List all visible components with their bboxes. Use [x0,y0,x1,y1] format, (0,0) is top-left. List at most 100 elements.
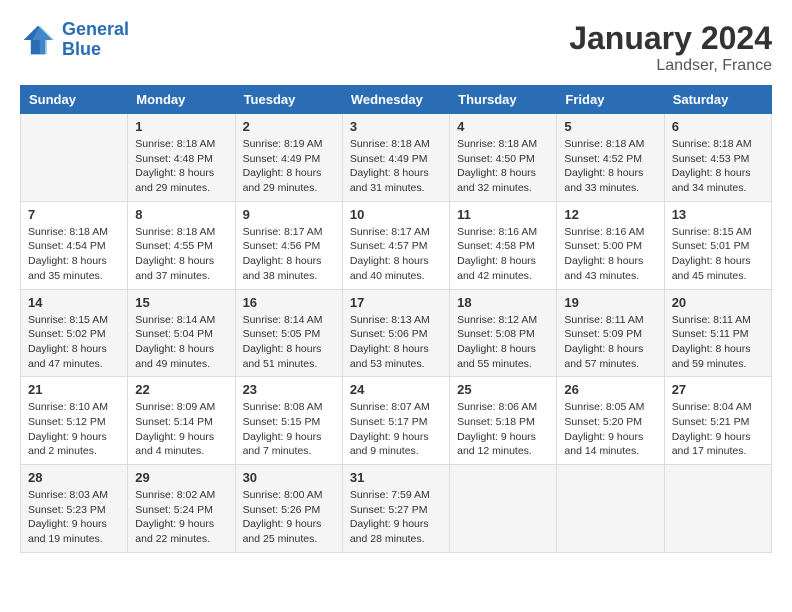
day-cell: 4Sunrise: 8:18 AM Sunset: 4:50 PM Daylig… [450,114,557,202]
day-info: Sunrise: 8:07 AM Sunset: 5:17 PM Dayligh… [350,400,442,459]
day-info: Sunrise: 8:12 AM Sunset: 5:08 PM Dayligh… [457,313,549,372]
day-cell: 26 Sunrise: 8:05 AM Sunset: 5:20 PM Dayli… [557,377,664,465]
col-wednesday: Wednesday [342,86,449,114]
day-info: Sunrise: 8:16 AM Sunset: 4:58 PM Dayligh… [457,225,549,284]
day-number: 20 [672,295,764,310]
day-info: Sunrise: 8:17 AM Sunset: 4:57 PM Dayligh… [350,225,442,284]
day-cell: 16 Sunrise: 8:14 AM Sunset: 5:05 PM Dayli… [235,289,342,377]
day-cell: 25 Sunrise: 8:06 AM Sunset: 5:18 PM Dayli… [450,377,557,465]
day-number: 31 [350,470,442,485]
day-info: Sunrise: 8:04 AM Sunset: 5:21 PM Dayligh… [672,400,764,459]
day-info: Sunrise: 8:11 AM Sunset: 5:09 PM Dayligh… [564,313,656,372]
day-info: Sunrise: 8:15 AM Sunset: 5:02 PM Dayligh… [28,313,120,372]
day-number: 2 [243,119,335,134]
day-cell [21,114,128,202]
week-row-2: 14Sunrise: 8:15 AM Sunset: 5:02 PM Dayli… [21,289,772,377]
day-number: 23 [243,382,335,397]
day-number: 26 [564,382,656,397]
day-cell [557,465,664,553]
day-info: Sunrise: 8:14 AM Sunset: 5:04 PM Dayligh… [135,313,227,372]
page-header: General Blue January 2024 Landser, Franc… [20,20,772,75]
day-cell [664,465,771,553]
day-info: Sunrise: 8:17 AM Sunset: 4:56 PM Dayligh… [243,225,335,284]
day-number: 18 [457,295,549,310]
day-info: Sunrise: 8:18 AM Sunset: 4:48 PM Dayligh… [135,137,227,196]
day-cell: 5 Sunrise: 8:18 AM Sunset: 4:52 PM Daylig… [557,114,664,202]
day-cell: 6 Sunrise: 8:18 AM Sunset: 4:53 PM Daylig… [664,114,771,202]
day-number: 30 [243,470,335,485]
day-info: Sunrise: 8:00 AM Sunset: 5:26 PM Dayligh… [243,488,335,547]
week-row-1: 7 Sunrise: 8:18 AM Sunset: 4:54 PM Daylig… [21,201,772,289]
day-number: 12 [564,207,656,222]
day-info: Sunrise: 8:19 AM Sunset: 4:49 PM Dayligh… [243,137,335,196]
calendar-header: Sunday Monday Tuesday Wednesday Thursday… [21,86,772,114]
day-number: 10 [350,207,442,222]
day-info: Sunrise: 8:15 AM Sunset: 5:01 PM Dayligh… [672,225,764,284]
day-number: 21 [28,382,120,397]
day-number: 3 [350,119,442,134]
day-number: 22 [135,382,227,397]
logo-line1: General [62,19,129,39]
day-info: Sunrise: 8:14 AM Sunset: 5:05 PM Dayligh… [243,313,335,372]
day-number: 9 [243,207,335,222]
day-info: Sunrise: 8:06 AM Sunset: 5:18 PM Dayligh… [457,400,549,459]
day-info: Sunrise: 8:18 AM Sunset: 4:53 PM Dayligh… [672,137,764,196]
day-cell: 13Sunrise: 8:15 AM Sunset: 5:01 PM Dayli… [664,201,771,289]
day-number: 11 [457,207,549,222]
col-thursday: Thursday [450,86,557,114]
header-row: Sunday Monday Tuesday Wednesday Thursday… [21,86,772,114]
day-cell: 3Sunrise: 8:18 AM Sunset: 4:49 PM Daylig… [342,114,449,202]
day-number: 25 [457,382,549,397]
day-number: 7 [28,207,120,222]
logo-text: General Blue [62,20,129,60]
logo-line2: Blue [62,39,101,59]
day-number: 24 [350,382,442,397]
day-number: 8 [135,207,227,222]
day-info: Sunrise: 8:13 AM Sunset: 5:06 PM Dayligh… [350,313,442,372]
day-cell: 17Sunrise: 8:13 AM Sunset: 5:06 PM Dayli… [342,289,449,377]
day-number: 5 [564,119,656,134]
title-block: January 2024 Landser, France [569,20,772,75]
day-info: Sunrise: 8:03 AM Sunset: 5:23 PM Dayligh… [28,488,120,547]
logo: General Blue [20,20,129,60]
day-cell: 31Sunrise: 7:59 AM Sunset: 5:27 PM Dayli… [342,465,449,553]
day-info: Sunrise: 8:16 AM Sunset: 5:00 PM Dayligh… [564,225,656,284]
day-cell: 10 Sunrise: 8:17 AM Sunset: 4:57 PM Dayli… [342,201,449,289]
day-cell: 7 Sunrise: 8:18 AM Sunset: 4:54 PM Daylig… [21,201,128,289]
col-saturday: Saturday [664,86,771,114]
day-number: 6 [672,119,764,134]
day-cell: 19 Sunrise: 8:11 AM Sunset: 5:09 PM Dayli… [557,289,664,377]
calendar-table: Sunday Monday Tuesday Wednesday Thursday… [20,85,772,553]
day-cell: 15 Sunrise: 8:14 AM Sunset: 5:04 PM Dayli… [128,289,235,377]
day-number: 16 [243,295,335,310]
day-cell: 8Sunrise: 8:18 AM Sunset: 4:55 PM Daylig… [128,201,235,289]
col-sunday: Sunday [21,86,128,114]
day-number: 1 [135,119,227,134]
day-cell: 14Sunrise: 8:15 AM Sunset: 5:02 PM Dayli… [21,289,128,377]
month-title: January 2024 [569,20,772,57]
day-cell: 18 Sunrise: 8:12 AM Sunset: 5:08 PM Dayli… [450,289,557,377]
day-info: Sunrise: 8:10 AM Sunset: 5:12 PM Dayligh… [28,400,120,459]
day-cell: 11 Sunrise: 8:16 AM Sunset: 4:58 PM Dayli… [450,201,557,289]
day-cell: 22 Sunrise: 8:09 AM Sunset: 5:14 PM Dayli… [128,377,235,465]
day-info: Sunrise: 8:05 AM Sunset: 5:20 PM Dayligh… [564,400,656,459]
day-cell: 30 Sunrise: 8:00 AM Sunset: 5:26 PM Dayli… [235,465,342,553]
week-row-3: 21 Sunrise: 8:10 AM Sunset: 5:12 PM Dayli… [21,377,772,465]
day-cell: 23Sunrise: 8:08 AM Sunset: 5:15 PM Dayli… [235,377,342,465]
calendar-body: 1 Sunrise: 8:18 AM Sunset: 4:48 PM Daylig… [21,114,772,553]
day-cell: 1 Sunrise: 8:18 AM Sunset: 4:48 PM Daylig… [128,114,235,202]
day-info: Sunrise: 8:18 AM Sunset: 4:54 PM Dayligh… [28,225,120,284]
day-cell: 28Sunrise: 8:03 AM Sunset: 5:23 PM Dayli… [21,465,128,553]
day-number: 15 [135,295,227,310]
day-info: Sunrise: 8:18 AM Sunset: 4:52 PM Dayligh… [564,137,656,196]
day-number: 29 [135,470,227,485]
day-info: Sunrise: 8:09 AM Sunset: 5:14 PM Dayligh… [135,400,227,459]
day-cell [450,465,557,553]
day-number: 19 [564,295,656,310]
day-cell: 21 Sunrise: 8:10 AM Sunset: 5:12 PM Dayli… [21,377,128,465]
day-info: Sunrise: 8:11 AM Sunset: 5:11 PM Dayligh… [672,313,764,372]
day-cell: 12 Sunrise: 8:16 AM Sunset: 5:00 PM Dayli… [557,201,664,289]
day-cell: 29Sunrise: 8:02 AM Sunset: 5:24 PM Dayli… [128,465,235,553]
logo-icon [20,22,56,58]
col-friday: Friday [557,86,664,114]
